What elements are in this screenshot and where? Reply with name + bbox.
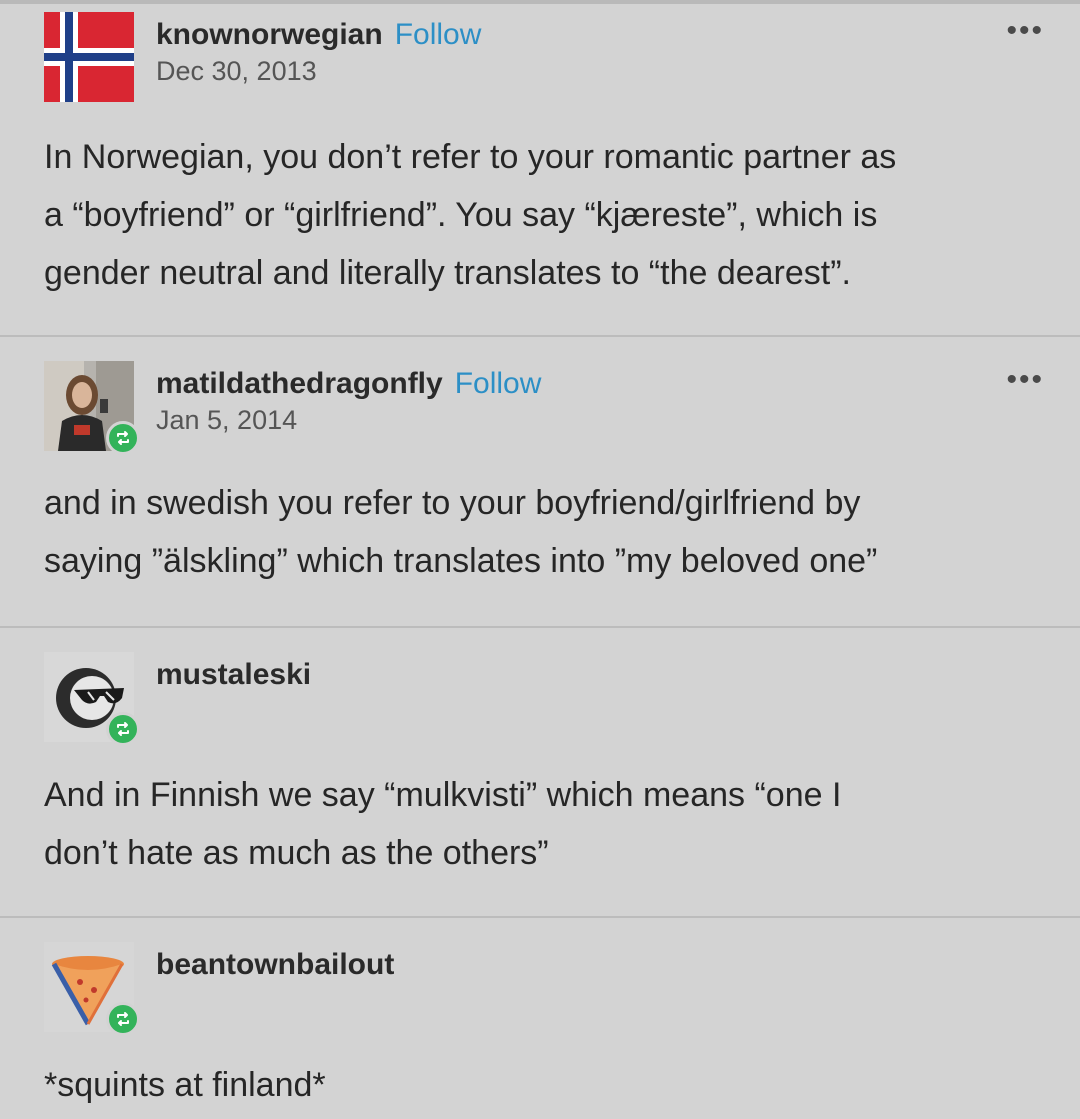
post-knownorwegian: knownorwegian Follow Dec 30, 2013 ••• In … — [0, 0, 1080, 335]
reblog-icon — [117, 431, 129, 445]
post-body: *squints at finland* — [44, 1056, 1044, 1114]
avatar-matildathedragonfly[interactable] — [44, 361, 140, 455]
post-beantownbailout: beantownbailout *squints at finland* — [0, 918, 1080, 1119]
username[interactable]: matildathedragonfly — [156, 367, 443, 400]
more-options-icon[interactable]: ••• — [1006, 14, 1044, 48]
post-mustaleski: mustaleski And in Finnish we say “mulkvi… — [0, 628, 1080, 916]
body-line: don’t hate as much as the others” — [44, 834, 549, 872]
norway-flag-icon — [44, 12, 134, 102]
post-header: matildathedragonfly Follow — [156, 367, 541, 401]
reblog-badge — [106, 421, 140, 455]
body-line: And in Finnish we say “mulkvisti” which … — [44, 776, 842, 814]
reblog-icon — [117, 722, 129, 736]
reblog-badge — [106, 1002, 140, 1036]
body-line: In Norwegian, you don’t refer to your ro… — [44, 138, 897, 176]
avatar-mustaleski[interactable] — [44, 652, 140, 746]
reblog-icon — [117, 1012, 129, 1026]
post-header: knownorwegian Follow — [156, 18, 481, 52]
body-line: and in swedish you refer to your boyfrie… — [44, 484, 861, 522]
post-body: and in swedish you refer to your boyfrie… — [44, 474, 1044, 590]
follow-button[interactable]: Follow — [455, 367, 542, 400]
username[interactable]: mustaleski — [156, 658, 311, 691]
body-line: gender neutral and literally translates … — [44, 254, 852, 292]
avatar-beantownbailout[interactable] — [44, 942, 140, 1036]
username[interactable]: beantownbailout — [156, 948, 394, 981]
post-body: And in Finnish we say “mulkvisti” which … — [44, 766, 1044, 882]
post-body: In Norwegian, you don’t refer to your ro… — [44, 128, 1044, 302]
follow-button[interactable]: Follow — [395, 18, 482, 51]
post-date: Jan 5, 2014 — [156, 405, 298, 435]
more-options-icon[interactable]: ••• — [1006, 363, 1044, 397]
post-header: beantownbailout — [156, 948, 394, 982]
body-line: *squints at finland* — [44, 1066, 326, 1104]
body-line: a “boyfriend” or “girlfriend”. You say “… — [44, 196, 878, 234]
avatar-knownorwegian[interactable] — [44, 12, 134, 102]
post-matildathedragonfly: matildathedragonfly Follow Jan 5, 2014 ••… — [0, 337, 1080, 626]
username[interactable]: knownorwegian — [156, 18, 383, 51]
body-line: saying ”älskling” which translates into … — [44, 542, 878, 580]
reblog-badge — [106, 712, 140, 746]
post-header: mustaleski — [156, 658, 311, 692]
post-date: Dec 30, 2013 — [156, 56, 317, 86]
